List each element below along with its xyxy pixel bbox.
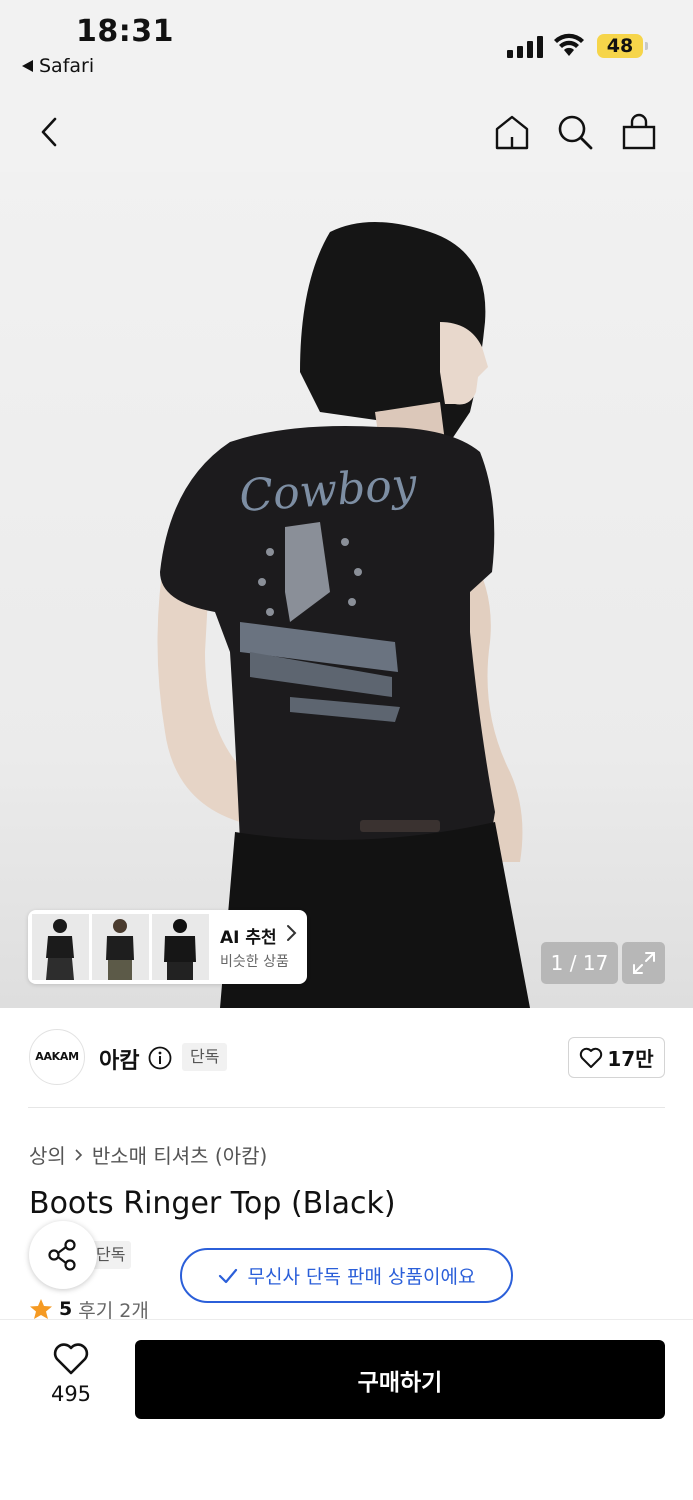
star-icon — [30, 1299, 52, 1319]
home-button[interactable] — [490, 110, 534, 154]
review-count[interactable]: 후기 2개 — [78, 1298, 149, 1321]
chevron-right-icon — [75, 1148, 82, 1161]
bottom-action-bar: 495 구매하기 — [0, 1319, 693, 1500]
product-photo: Cowboy — [157, 222, 530, 1008]
wishlist-count: 495 — [50, 1382, 92, 1406]
back-app-label: Safari — [39, 55, 95, 77]
search-button[interactable] — [553, 110, 597, 154]
cart-button[interactable] — [617, 110, 661, 154]
fullscreen-button[interactable] — [622, 942, 665, 984]
cellular-signal-icon — [507, 36, 543, 58]
back-triangle-icon — [22, 60, 33, 72]
buy-button[interactable]: 구매하기 — [135, 1340, 665, 1419]
recommendation-thumbnail[interactable] — [92, 914, 149, 980]
brand-like-button[interactable]: 17만 — [568, 1037, 665, 1078]
toast-text: 무신사 단독 판매 상품이에요 — [247, 1266, 476, 1288]
expand-icon — [632, 952, 655, 974]
wifi-icon — [554, 33, 584, 56]
thumbnail-image — [152, 914, 209, 980]
status-time: 18:31 — [76, 14, 174, 49]
brand-like-count: 17만 — [607, 1047, 654, 1071]
breadcrumb-item[interactable]: 상의 — [29, 1140, 66, 1169]
info-icon[interactable] — [148, 1046, 172, 1070]
wishlist-button[interactable]: 495 — [36, 1342, 106, 1406]
heart-icon — [580, 1047, 603, 1068]
status-bar: 18:31 Safari 48 — [0, 0, 693, 92]
home-icon — [495, 115, 529, 150]
product-title: Boots Ringer Top (Black) — [29, 1186, 396, 1221]
ai-recommendation-card[interactable]: AI 추천 비슷한 상품 — [28, 910, 307, 984]
ai-recommend-title: AI 추천 — [220, 928, 277, 948]
thumbnail-image — [32, 914, 89, 980]
chevron-left-icon — [41, 117, 57, 147]
back-to-safari-link[interactable]: Safari — [22, 55, 94, 77]
check-icon — [218, 1268, 237, 1283]
chevron-right-icon — [287, 925, 297, 941]
search-icon — [558, 115, 593, 150]
recommendation-thumbnail[interactable] — [32, 914, 89, 980]
heart-icon — [53, 1343, 89, 1375]
breadcrumb: 상의 반소매 티셔츠 (아캄) — [29, 1140, 267, 1169]
breadcrumb-item[interactable]: 반소매 티셔츠 (아캄) — [92, 1140, 268, 1169]
exclusive-badge: 단독 — [182, 1043, 228, 1071]
back-button[interactable] — [28, 110, 72, 154]
brand-name[interactable]: 아캄 — [99, 1043, 139, 1075]
rating-summary[interactable]: 5 후기 2개 — [29, 1298, 149, 1320]
recommendation-thumbnail[interactable] — [152, 914, 209, 980]
ai-recommend-subtitle: 비슷한 상품 — [220, 954, 289, 970]
share-icon — [48, 1239, 76, 1271]
brand-logo[interactable]: AAKAM — [29, 1029, 85, 1085]
share-button[interactable] — [29, 1221, 97, 1289]
rating-score: 5 — [59, 1298, 73, 1320]
top-nav-bar — [0, 92, 693, 172]
shopping-bag-icon — [622, 113, 656, 150]
thumbnail-image — [92, 914, 149, 980]
battery-level: 48 — [597, 34, 643, 58]
product-image-carousel[interactable]: Cowboy AI 추천 비슷한 상품 1 / 17 — [0, 172, 693, 1008]
exclusive-sale-toast: 무신사 단독 판매 상품이에요 — [180, 1248, 513, 1303]
battery-cap — [645, 42, 648, 50]
image-counter: 1 / 17 — [541, 942, 618, 984]
divider — [28, 1107, 665, 1108]
